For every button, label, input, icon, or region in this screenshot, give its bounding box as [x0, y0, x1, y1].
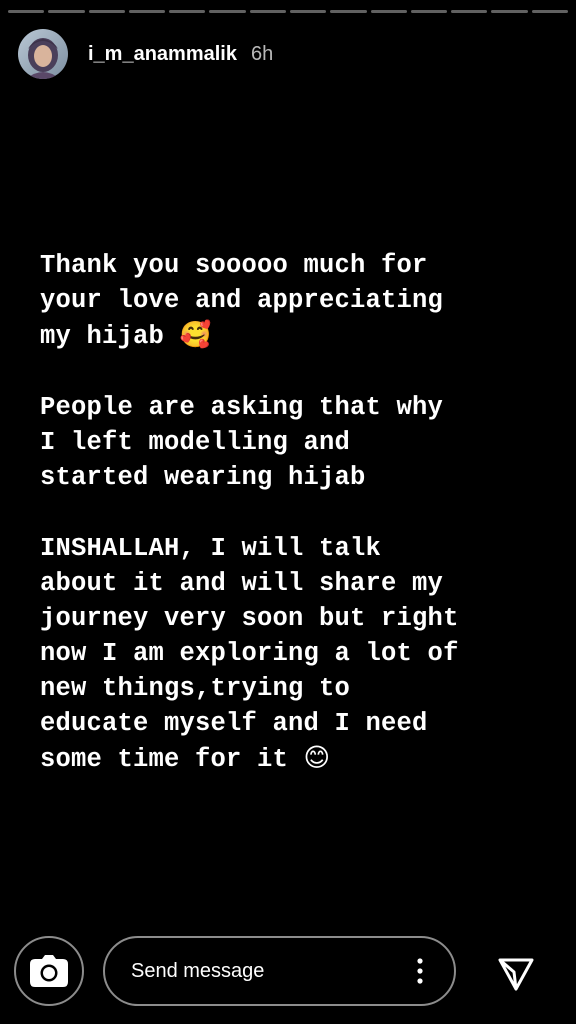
story-progress-segment: [209, 10, 246, 13]
story-progress-segment: [370, 10, 407, 13]
story-header: i_m_anammalik 6h: [18, 27, 273, 81]
send-icon: [498, 958, 534, 991]
story-progress-segment: [88, 10, 125, 13]
story-paragraph-text: INSHALLAH, I will talk about it and will…: [40, 534, 459, 774]
profile-avatar-image: [18, 29, 68, 79]
smiling-face-emoji-icon: 😊: [303, 743, 331, 773]
story-progress-segment: [249, 10, 286, 13]
story-progress-segment: [410, 10, 448, 13]
story-progress-bar: [8, 10, 568, 13]
story-progress-segment: [289, 10, 327, 13]
story-progress-segment: [8, 10, 45, 13]
story-progress-segment: [451, 10, 488, 13]
story-progress-segment: [169, 10, 206, 13]
story-paragraph: INSHALLAH, I will talk about it and will…: [40, 531, 560, 777]
username[interactable]: i_m_anammalik: [88, 43, 237, 66]
send-message-field[interactable]: [103, 936, 456, 1006]
avatar[interactable]: [18, 29, 68, 79]
story-progress-segment: [128, 10, 166, 13]
smiling-hearts-emoji-icon: 🥰: [179, 320, 212, 350]
story-text: Thank you sooooo much for your love and …: [40, 248, 560, 813]
story-paragraph-text: Thank you sooooo much for your love and …: [40, 251, 444, 351]
timestamp: 6h: [250, 42, 274, 65]
story-progress-segment: [491, 10, 528, 13]
story-paragraph: Thank you sooooo much for your love and …: [40, 248, 560, 354]
more-options-button[interactable]: [400, 946, 440, 996]
story-progress-segment: [330, 10, 367, 13]
story-progress-segment: [48, 10, 85, 13]
send-button[interactable]: [494, 952, 538, 996]
camera-icon: [30, 955, 68, 987]
message-input[interactable]: [129, 958, 400, 984]
camera-button[interactable]: [14, 936, 84, 1006]
story-progress-segment: [531, 10, 568, 13]
story-paragraph-text: People are asking that why I left modell…: [40, 393, 444, 492]
more-vertical-icon: [417, 958, 423, 984]
story-paragraph: People are asking that why I left modell…: [40, 390, 560, 495]
